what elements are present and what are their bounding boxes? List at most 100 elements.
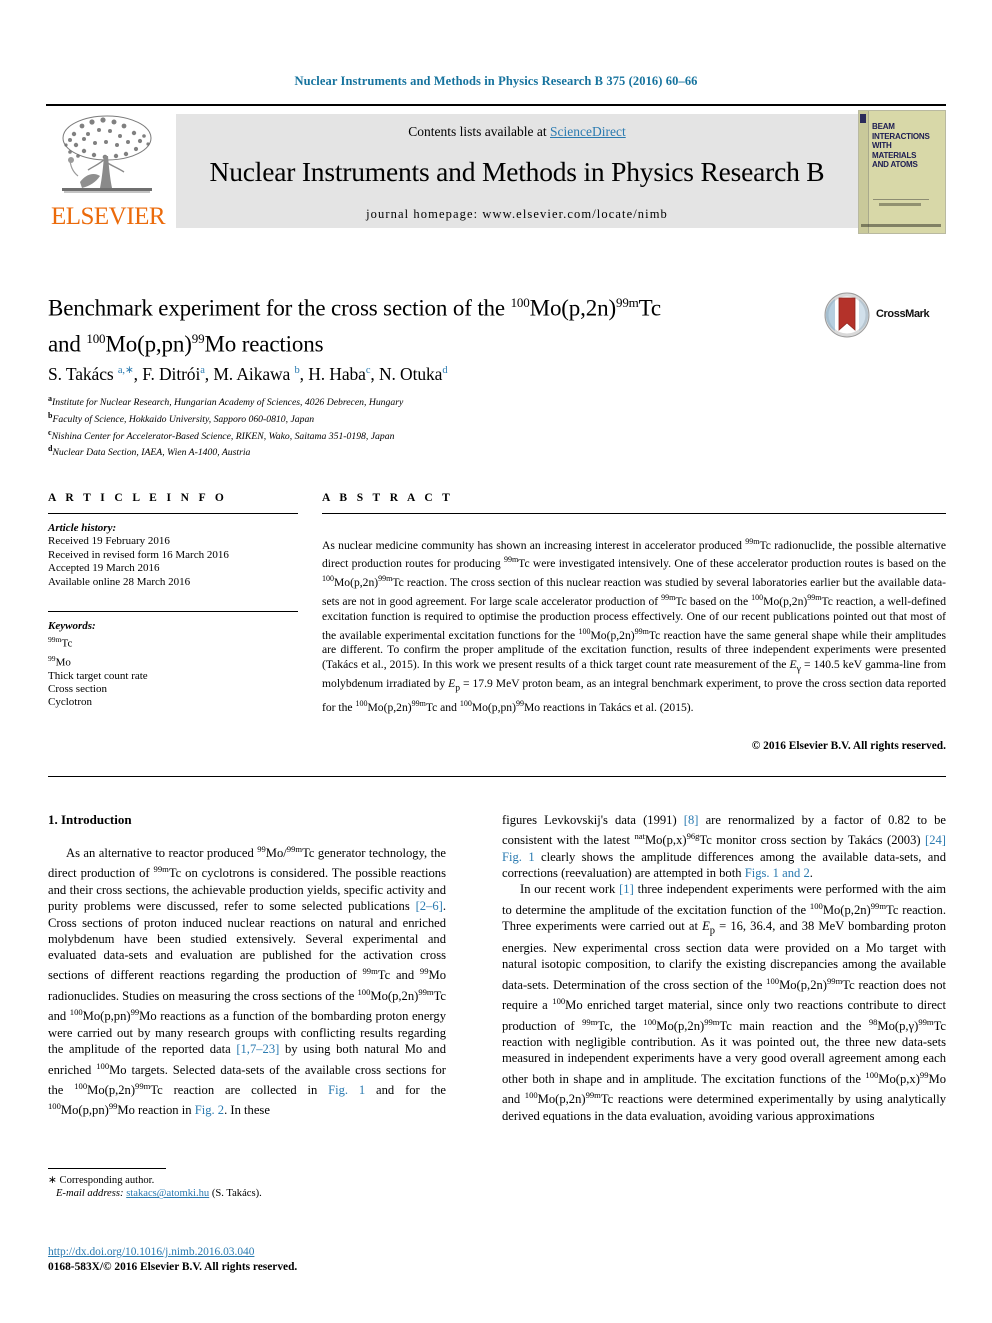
figure-link[interactable]: Figs. 1 and 2 bbox=[745, 866, 810, 880]
elsevier-logo: ELSEVIER bbox=[46, 112, 168, 230]
article-info-panel: A R T I C L E I N F O Article history: R… bbox=[48, 492, 298, 710]
keyword-item: 99Mo bbox=[48, 652, 298, 670]
intro-paragraph-1: As an alternative to reactor produced 99… bbox=[48, 844, 447, 1118]
citation-link[interactable]: [1] bbox=[619, 882, 634, 896]
cover-spine-mark bbox=[860, 114, 866, 123]
intro-paragraph-2: figures Levkovskij's data (1991) [8] are… bbox=[502, 813, 947, 881]
contents-line: Contents lists available at ScienceDirec… bbox=[176, 114, 858, 140]
abstract-heading: A B S T R A C T bbox=[322, 492, 454, 504]
author-name: F. Ditrói bbox=[142, 364, 201, 384]
crossmark-icon bbox=[824, 292, 870, 338]
paper-page: Nuclear Instruments and Methods in Physi… bbox=[0, 0, 992, 1323]
page-title: Benchmark experiment for the cross secti… bbox=[48, 288, 808, 359]
abstract-text: As nuclear medicine community has shown … bbox=[322, 536, 947, 714]
keyword-text: Cyclotron bbox=[48, 696, 92, 709]
author-sep: , bbox=[370, 364, 379, 384]
article-history-item: Accepted 19 March 2016 bbox=[48, 562, 160, 575]
affiliation-item: aInstitute for Nuclear Research, Hungari… bbox=[48, 393, 828, 410]
affiliation-text: Institute for Nuclear Research, Hungaria… bbox=[52, 397, 404, 409]
citation-link[interactable]: [2–6] bbox=[416, 899, 443, 913]
sciencedirect-link[interactable]: ScienceDirect bbox=[550, 124, 626, 139]
title-part: Tc bbox=[638, 295, 662, 321]
cover-publisher-block bbox=[879, 203, 921, 206]
citation-link[interactable]: [1,7–23] bbox=[236, 1042, 279, 1056]
cover-title-line: AND ATOMS bbox=[872, 160, 918, 170]
article-history-item: Received 19 February 2016 bbox=[48, 535, 170, 548]
article-info-heading: A R T I C L E I N F O bbox=[48, 492, 228, 504]
crossmark-badge[interactable]: CrossMark bbox=[824, 292, 944, 340]
body-column-right: figures Levkovskij's data (1991) [8] are… bbox=[502, 812, 946, 1124]
cover-footer-bar bbox=[861, 224, 941, 227]
email-owner: (S. Takács). bbox=[209, 1188, 262, 1200]
cover-title-line: INTERACTIONS bbox=[872, 131, 930, 141]
abstract-copyright: © 2016 Elsevier B.V. All rights reserved… bbox=[751, 740, 946, 753]
author-sep: , bbox=[299, 364, 309, 384]
cover-title-line: WITH bbox=[872, 141, 892, 151]
keyword-item: Cross section bbox=[48, 683, 298, 696]
intro-paragraph-3: In our recent work [1] three independent… bbox=[502, 882, 947, 1123]
email-link[interactable]: stakacs@atomki.hu bbox=[126, 1188, 209, 1199]
running-head: Nuclear Instruments and Methods in Physi… bbox=[294, 74, 698, 88]
title-part: Mo(p,pn) bbox=[105, 331, 192, 357]
keyword-text: Mo bbox=[55, 656, 71, 669]
journal-title: Nuclear Instruments and Methods in Physi… bbox=[209, 156, 825, 187]
keyword-sup: 99m bbox=[48, 635, 62, 645]
affiliation-text: Nishina Center for Accelerator-Based Sci… bbox=[51, 430, 395, 442]
title-part: and bbox=[48, 331, 87, 357]
title-sup: 100 bbox=[510, 295, 530, 310]
affiliation-item: cNishina Center for Accelerator-Based Sc… bbox=[48, 427, 828, 444]
keywords-block: Keywords: 99mTc 99Mo Thick target count … bbox=[48, 612, 298, 710]
affiliation-item: dNuclear Data Section, IAEA, Wien A-1400… bbox=[48, 443, 828, 460]
email-label: E-mail address: bbox=[55, 1188, 124, 1200]
keyword-item: Thick target count rate bbox=[48, 670, 298, 683]
elsevier-tree-icon bbox=[62, 115, 152, 193]
cover-spine bbox=[859, 111, 869, 233]
article-history-item: Received in revised form 16 March 2016 bbox=[48, 548, 229, 561]
keyword-text: Tc bbox=[61, 638, 73, 651]
abstract-panel: A B S T R A C T As nuclear medicine comm… bbox=[322, 492, 946, 752]
journal-header-band: ELSEVIER Contents lists available at Sci… bbox=[46, 104, 946, 234]
footnote-rule bbox=[48, 1168, 166, 1169]
article-history-item: Available online 28 March 2016 bbox=[48, 575, 191, 588]
article-history-label: Article history: bbox=[48, 522, 117, 534]
figure-link[interactable]: Fig. 1 bbox=[502, 850, 535, 864]
cover-title-line: BEAM bbox=[872, 122, 895, 131]
elsevier-wordmark: ELSEVIER bbox=[50, 203, 166, 230]
citation-link[interactable]: [8] bbox=[684, 813, 699, 827]
author-name: N. Otuka bbox=[378, 364, 443, 384]
doi-link[interactable]: http://dx.doi.org/10.1016/j.nimb.2016.03… bbox=[48, 1246, 254, 1258]
journal-homepage[interactable]: journal homepage: www.elsevier.com/locat… bbox=[176, 207, 858, 222]
body-column-left: 1. Introduction As an alternative to rea… bbox=[48, 812, 446, 1119]
affiliation-list: aInstitute for Nuclear Research, Hungari… bbox=[48, 393, 828, 460]
author-name: H. Haba bbox=[308, 364, 366, 384]
citation-link[interactable]: [24] bbox=[925, 833, 946, 847]
keyword-item: Cyclotron bbox=[48, 696, 298, 709]
email-note: E-mail address: stakacs@atomki.hu (S. Ta… bbox=[48, 1187, 446, 1200]
title-block: Benchmark experiment for the cross secti… bbox=[48, 288, 808, 359]
figure-link[interactable]: Fig. 2 bbox=[195, 1104, 224, 1118]
section-heading-introduction: 1. Introduction bbox=[48, 812, 132, 827]
author-affil-marker[interactable]: d bbox=[442, 365, 447, 376]
affiliation-item: bFaculty of Science, Hokkaido University… bbox=[48, 410, 828, 427]
author-list: S. Takács a,∗, F. Ditróia, M. Aikawa b, … bbox=[48, 364, 828, 385]
article-history: Article history: Received 19 February 20… bbox=[48, 514, 298, 589]
title-part: Benchmark experiment for the cross secti… bbox=[48, 295, 511, 321]
content-divider bbox=[48, 776, 946, 777]
keyword-sup: 99 bbox=[48, 653, 56, 663]
author-name: S. Takács bbox=[48, 364, 118, 384]
cover-title-line: MATERIALS bbox=[872, 150, 917, 160]
footnote-block: ∗ Corresponding author. E-mail address: … bbox=[48, 1168, 446, 1201]
cover-divider bbox=[873, 199, 929, 200]
keyword-text: Cross section bbox=[48, 682, 107, 695]
title-sup: 99 bbox=[191, 330, 205, 346]
issn-copyright: 0168-583X/© 2016 Elsevier B.V. All right… bbox=[48, 1260, 298, 1273]
abstract-rule bbox=[322, 513, 946, 514]
cover-title: BEAM INTERACTIONS WITH MATERIALS AND ATO… bbox=[872, 122, 930, 170]
author-name: M. Aikawa bbox=[213, 364, 295, 384]
page-footer: http://dx.doi.org/10.1016/j.nimb.2016.03… bbox=[48, 1245, 508, 1274]
author-affil-marker[interactable]: a,∗ bbox=[118, 365, 134, 376]
crossmark-label: CrossMark bbox=[876, 308, 930, 320]
affiliation-text: Faculty of Science, Hokkaido University,… bbox=[52, 414, 315, 426]
figure-link[interactable]: Fig. 1 bbox=[328, 1083, 365, 1097]
corresponding-author-note: ∗ Corresponding author. bbox=[48, 1175, 155, 1186]
